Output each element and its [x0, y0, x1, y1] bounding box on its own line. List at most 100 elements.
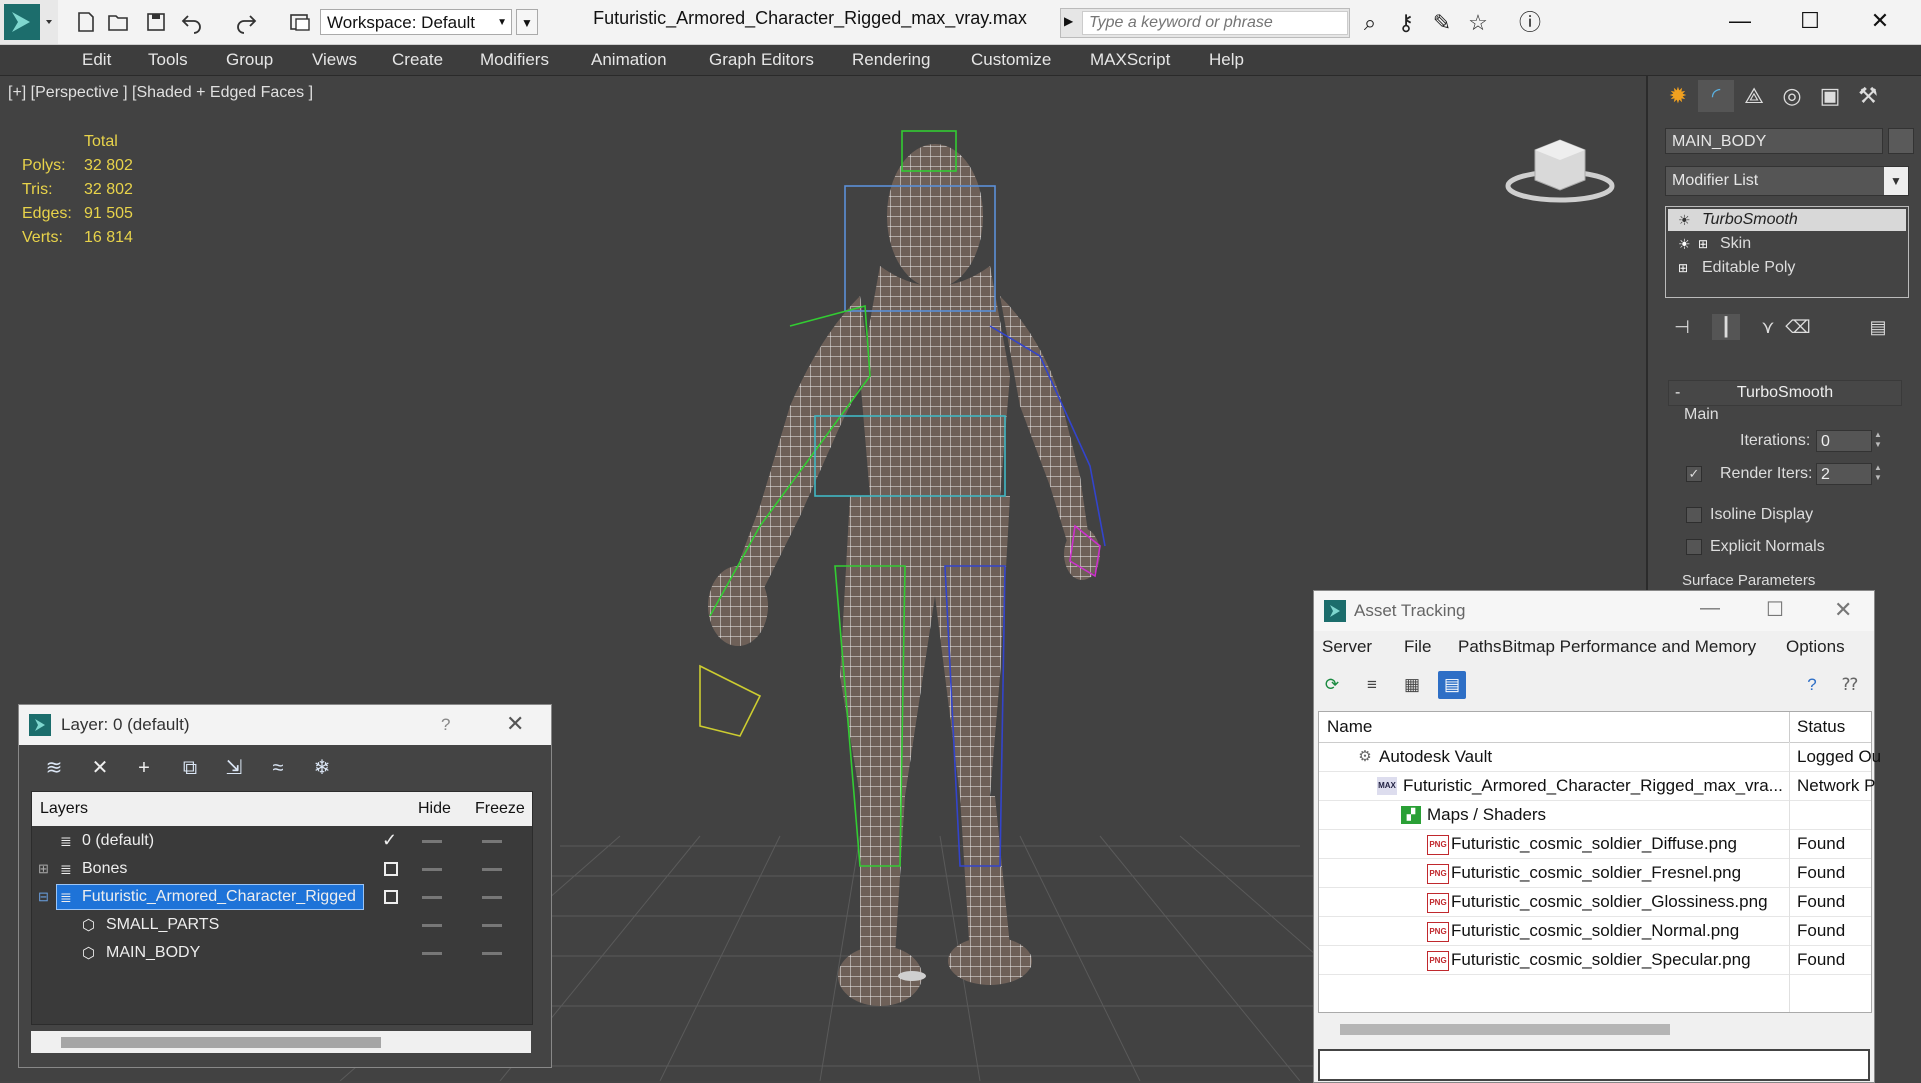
viewport-label[interactable]: [+] [Perspective ] [Shaded + Edged Faces…: [8, 84, 313, 102]
layer-row[interactable]: ≣ 0 (default) ✓: [32, 828, 532, 856]
menu-edit[interactable]: Edit: [82, 50, 111, 70]
menu-group[interactable]: Group: [226, 50, 273, 70]
help-icon[interactable]: ⓘ: [1516, 10, 1544, 36]
motion-tab-icon[interactable]: ◎: [1774, 80, 1810, 112]
add-to-layer-icon[interactable]: +: [129, 755, 159, 781]
modify-tab-icon[interactable]: ◜: [1698, 80, 1734, 112]
menu-tools[interactable]: Tools: [148, 50, 188, 70]
expand-minus-icon[interactable]: ⊟: [38, 889, 49, 905]
asset-menu-bitmap-performance[interactable]: Bitmap Performance and Memory: [1502, 637, 1756, 657]
thumbnail-view-icon[interactable]: ▦: [1398, 671, 1426, 699]
context-help-icon[interactable]: ⁇: [1836, 671, 1864, 699]
refresh-icon[interactable]: ⟳: [1318, 671, 1346, 699]
object-name-field[interactable]: MAIN_BODY: [1665, 128, 1883, 154]
display-tab-icon[interactable]: ▣: [1812, 80, 1848, 112]
key-icon[interactable]: ⚷: [1392, 10, 1420, 36]
viewcube[interactable]: [1505, 128, 1615, 218]
make-unique-icon[interactable]: ⋎: [1754, 314, 1782, 340]
lightbulb-icon[interactable]: ☀: [1678, 209, 1694, 231]
lightbulb-icon[interactable]: ☀: [1678, 233, 1694, 255]
menu-create[interactable]: Create: [392, 50, 443, 70]
freeze-toggle[interactable]: [482, 890, 502, 904]
workspace-dropdown[interactable]: Workspace: Default ▼: [320, 9, 512, 35]
new-file-icon[interactable]: [72, 8, 102, 36]
render-iters-spinner[interactable]: 2: [1816, 463, 1872, 485]
save-icon[interactable]: [142, 8, 172, 36]
freeze-all-icon[interactable]: ❄: [307, 755, 337, 781]
close-button[interactable]: ✕: [1834, 597, 1852, 623]
freeze-toggle[interactable]: [482, 946, 502, 960]
new-layer-icon[interactable]: ≋: [39, 755, 69, 781]
menu-views[interactable]: Views: [312, 50, 357, 70]
hide-toggle[interactable]: [422, 862, 442, 876]
column-status[interactable]: Status: [1797, 717, 1845, 737]
highlight-layer-icon[interactable]: ⇲: [219, 755, 249, 781]
open-file-icon[interactable]: [104, 8, 134, 36]
stack-item-editable-poly[interactable]: ⊞ Editable Poly: [1668, 257, 1906, 279]
menu-help[interactable]: Help: [1209, 50, 1244, 70]
freeze-toggle[interactable]: [482, 862, 502, 876]
horizontal-scrollbar[interactable]: [1318, 1017, 1870, 1041]
freeze-toggle[interactable]: [482, 918, 502, 932]
show-end-result-icon[interactable]: ┃: [1712, 314, 1740, 340]
column-layers[interactable]: Layers: [40, 800, 88, 818]
stack-item-turbosmooth[interactable]: ☀ TurboSmooth: [1668, 209, 1906, 231]
layer-row[interactable]: ⊞ ≣ Bones: [32, 856, 532, 884]
help-button[interactable]: ?: [441, 715, 450, 735]
column-freeze[interactable]: Freeze: [475, 800, 525, 818]
isoline-display-checkbox[interactable]: [1686, 507, 1702, 523]
expand-plus-icon[interactable]: ⊞: [1678, 257, 1694, 279]
utilities-tab-icon[interactable]: ⚒: [1850, 80, 1886, 112]
configure-sets-icon[interactable]: ▤: [1864, 314, 1892, 340]
menu-modifiers[interactable]: Modifiers: [480, 50, 549, 70]
hide-toggle[interactable]: [422, 946, 442, 960]
hide-all-icon[interactable]: ≈: [263, 755, 293, 781]
explicit-normals-checkbox[interactable]: [1686, 539, 1702, 555]
asset-menu-file[interactable]: File: [1404, 637, 1431, 657]
undo-icon[interactable]: [178, 8, 208, 36]
spinner-arrows-icon[interactable]: ▲ ▼: [1874, 463, 1884, 485]
app-logo-icon[interactable]: [0, 0, 58, 44]
iterations-spinner[interactable]: 0: [1816, 430, 1872, 452]
layer-row-selected[interactable]: ⊟ ≣ Futuristic_Armored_Character_Rigged: [32, 884, 532, 912]
help-icon[interactable]: ?: [1798, 671, 1826, 699]
asset-menu-server[interactable]: Server: [1322, 637, 1372, 657]
remove-modifier-icon[interactable]: ⌫: [1784, 314, 1812, 340]
project-folder-icon[interactable]: [286, 8, 316, 36]
select-objects-icon[interactable]: ⧉: [175, 755, 205, 781]
pin-stack-icon[interactable]: ⊣: [1668, 314, 1696, 340]
turbosmooth-rollout-header[interactable]: - TurboSmooth: [1668, 380, 1902, 406]
hide-toggle[interactable]: [422, 918, 442, 932]
horizontal-scrollbar[interactable]: [31, 1031, 531, 1053]
asset-menu-paths[interactable]: Paths: [1458, 637, 1501, 657]
scrollbar-thumb[interactable]: [1340, 1024, 1670, 1035]
menu-graph-editors[interactable]: Graph Editors: [709, 50, 814, 70]
stack-item-skin[interactable]: ☀ ⊞ Skin: [1668, 233, 1906, 255]
expand-plus-icon[interactable]: ⊞: [38, 861, 49, 877]
favorites-star-icon[interactable]: ☆: [1464, 10, 1492, 36]
current-layer-box-icon[interactable]: [384, 862, 398, 876]
freeze-toggle[interactable]: [482, 834, 502, 848]
redo-icon[interactable]: [232, 8, 262, 36]
delete-layer-icon[interactable]: ✕: [85, 755, 115, 781]
binoculars-icon[interactable]: ⌕: [1356, 10, 1384, 36]
minimize-button[interactable]: —: [1720, 6, 1760, 36]
hierarchy-tab-icon[interactable]: ⟁: [1736, 80, 1772, 112]
menu-animation[interactable]: Animation: [591, 50, 667, 70]
table-view-icon[interactable]: ▤: [1438, 671, 1466, 699]
minimize-button[interactable]: —: [1700, 597, 1720, 620]
maximize-button[interactable]: ☐: [1766, 597, 1784, 622]
scrollbar-thumb[interactable]: [61, 1037, 381, 1048]
render-iters-checkbox[interactable]: ✓: [1686, 466, 1702, 482]
hide-toggle[interactable]: [422, 890, 442, 904]
search-expand-icon[interactable]: ▶: [1064, 14, 1073, 28]
create-tab-icon[interactable]: ✹: [1660, 80, 1696, 112]
spinner-arrows-icon[interactable]: ▲ ▼: [1874, 430, 1884, 452]
modifier-list-dropdown[interactable]: Modifier List ▼: [1665, 166, 1909, 196]
search-input[interactable]: [1082, 11, 1348, 35]
asset-menu-options[interactable]: Options: [1786, 637, 1845, 657]
workspace-menu-button[interactable]: ▼: [516, 9, 538, 35]
column-name[interactable]: Name: [1327, 717, 1372, 737]
object-color-swatch[interactable]: [1888, 128, 1914, 154]
hide-toggle[interactable]: [422, 834, 442, 848]
